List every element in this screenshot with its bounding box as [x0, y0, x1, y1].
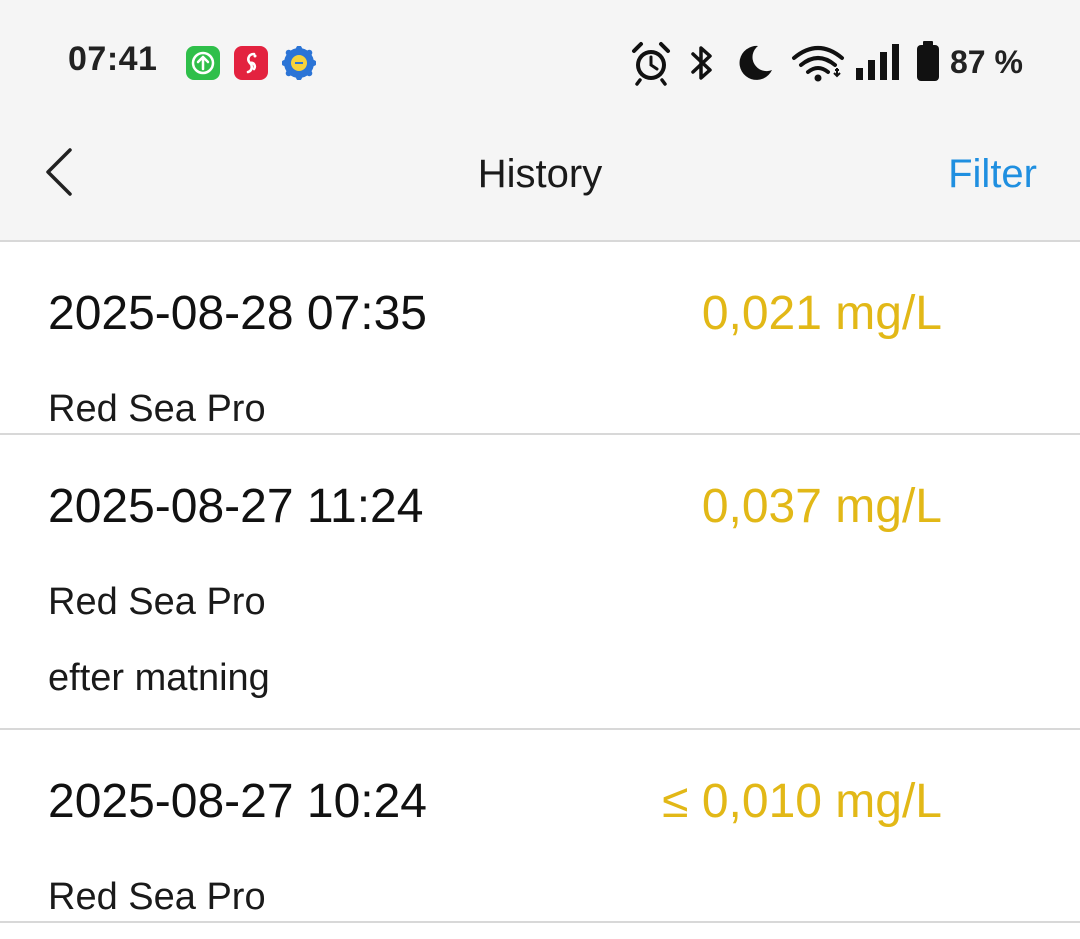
entry-datetime: 2025-08-27 10:24	[48, 775, 427, 828]
bluetooth-icon	[688, 40, 716, 86]
entry-device: Red Sea Pro	[48, 388, 266, 430]
entry-value: ≤ 0,010 mg/L	[662, 775, 942, 828]
app-bar: History Filter	[0, 120, 1080, 242]
battery-icon	[914, 40, 944, 86]
signal-icon	[854, 40, 904, 86]
history-entry[interactable]: 2025-08-27 11:24 0,037 mg/L Red Sea Pro …	[0, 435, 1080, 730]
entry-note: efter matning	[48, 657, 270, 699]
history-entry[interactable]: 2025-08-27 10:24 ≤ 0,010 mg/L Red Sea Pr…	[0, 730, 1080, 923]
status-bar: 07:41 87 %	[0, 0, 1080, 120]
entry-value: 0,021 mg/L	[701, 287, 942, 340]
entry-device: Red Sea Pro	[48, 581, 266, 623]
seahorse-app-icon	[234, 46, 268, 80]
gear-badge-app-icon	[281, 45, 317, 81]
battery-percent: 87 %	[950, 44, 1023, 80]
entry-datetime: 2025-08-28 07:35	[48, 287, 427, 340]
moon-icon	[734, 40, 776, 86]
status-time: 07:41	[68, 40, 158, 78]
entry-value: 0,037 mg/L	[701, 480, 942, 533]
history-list: 2025-08-28 07:35 0,021 mg/L Red Sea Pro …	[0, 242, 1080, 923]
entry-device: Red Sea Pro	[48, 876, 266, 918]
wifi-icon	[790, 40, 846, 86]
upload-app-icon	[186, 46, 220, 80]
history-entry[interactable]: 2025-08-28 07:35 0,021 mg/L Red Sea Pro	[0, 242, 1080, 435]
entry-datetime: 2025-08-27 11:24	[48, 480, 424, 533]
page-title: History	[477, 152, 603, 196]
filter-button[interactable]: Filter	[948, 152, 1037, 197]
alarm-icon	[630, 40, 672, 86]
